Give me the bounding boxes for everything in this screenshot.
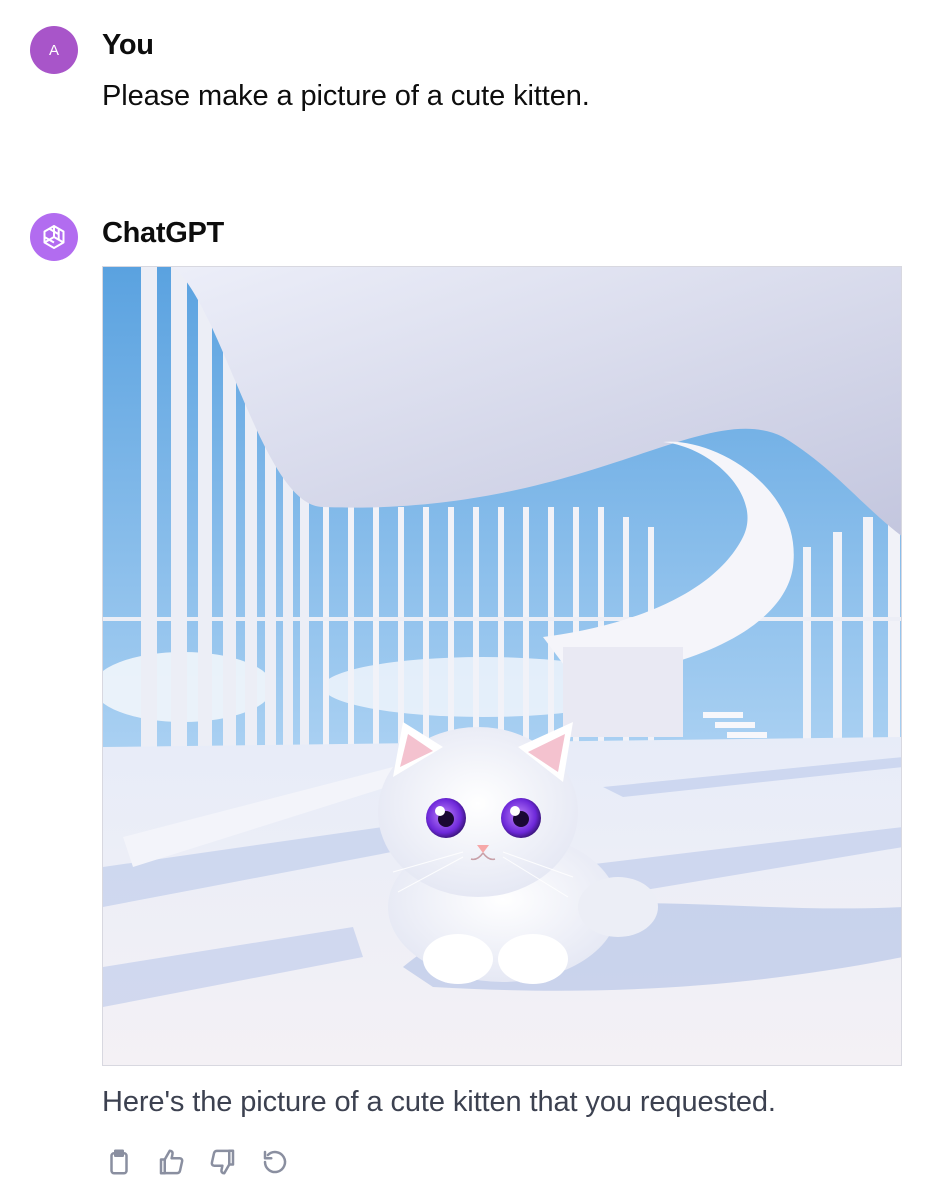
user-avatar[interactable]: A <box>30 26 78 74</box>
regenerate-button[interactable] <box>258 1145 292 1179</box>
thumbs-down-button[interactable] <box>206 1145 240 1179</box>
assistant-message-text: Here's the picture of a cute kitten that… <box>102 1086 776 1118</box>
generated-kitten-image[interactable] <box>102 266 902 1066</box>
message-actions <box>102 1145 292 1179</box>
openai-logo-icon <box>30 213 78 261</box>
thumbs-up-button[interactable] <box>154 1145 188 1179</box>
assistant-author-name: ChatGPT <box>102 217 224 249</box>
user-author-name: You <box>102 29 154 61</box>
copy-button[interactable] <box>102 1145 136 1179</box>
thumbs-up-icon <box>159 1149 184 1175</box>
copy-icon <box>110 1149 128 1175</box>
thumbs-down-icon <box>210 1149 235 1175</box>
user-message-text: Please make a picture of a cute kitten. <box>102 80 590 112</box>
regenerate-icon <box>263 1150 287 1174</box>
user-avatar-initial: A <box>48 41 59 59</box>
